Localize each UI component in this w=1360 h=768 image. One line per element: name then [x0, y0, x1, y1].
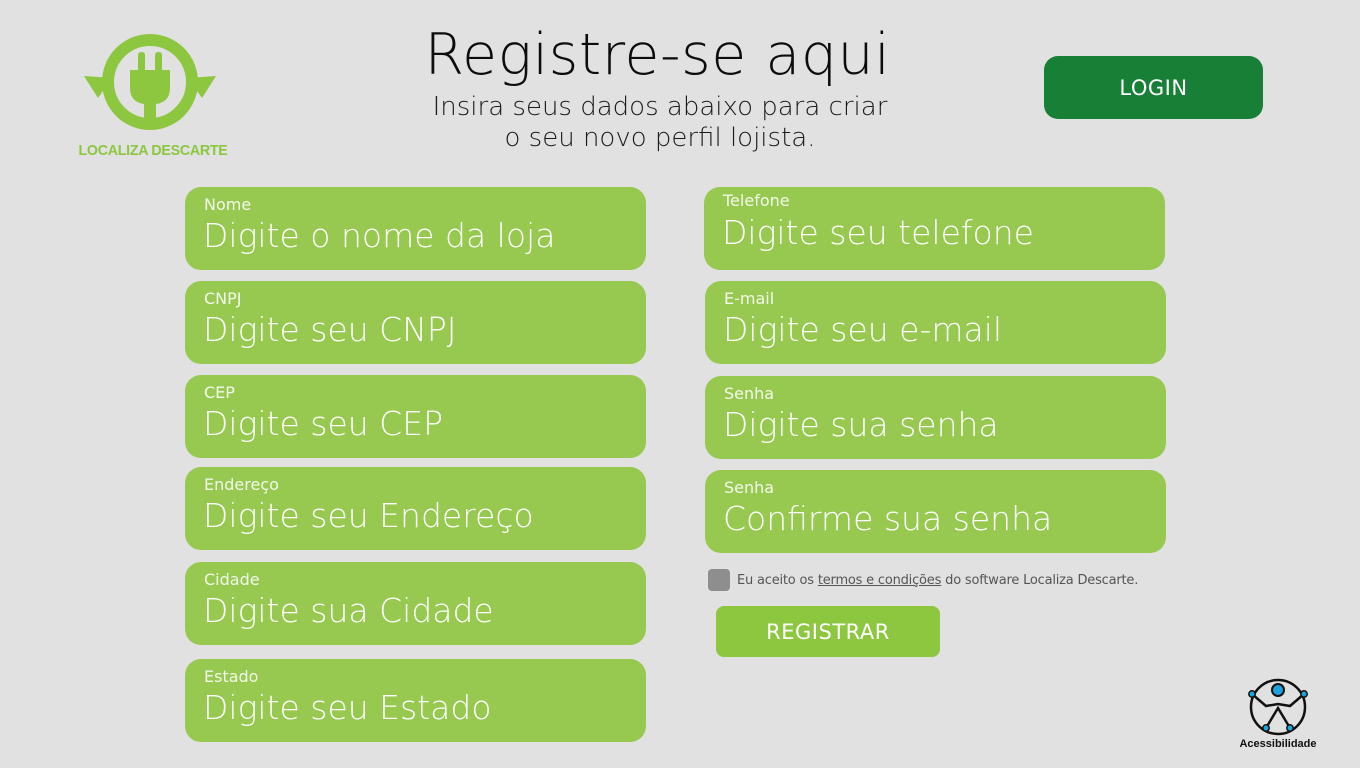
field-placeholder: Digite sua senha: [723, 405, 999, 444]
field-label: E-mail: [724, 289, 775, 308]
field-label: Cidade: [204, 570, 260, 589]
field-label: Nome: [204, 195, 252, 214]
brand-logo: LOCALIZA DESCARTE: [70, 26, 240, 166]
field-label: Senha: [724, 478, 775, 497]
field-placeholder: Digite seu CEP: [203, 404, 443, 443]
city-field[interactable]: Cidade Digite sua Cidade: [185, 562, 646, 645]
field-label: Telefone: [723, 191, 790, 210]
cnpj-field[interactable]: CNPJ Digite seu CNPJ: [185, 281, 646, 364]
login-button[interactable]: LOGIN: [1044, 56, 1263, 119]
address-field[interactable]: Endereço Digite seu Endereço: [185, 467, 646, 550]
subtitle-line-1: Insira seus dados abaixo para criar: [432, 92, 888, 122]
state-field[interactable]: Estado Digite seu Estado: [185, 659, 646, 742]
cep-field[interactable]: CEP Digite seu CEP: [185, 375, 646, 458]
field-placeholder: Digite sua Cidade: [203, 591, 494, 630]
field-label: CEP: [204, 383, 235, 402]
terms-link[interactable]: termos e condições: [818, 573, 942, 588]
register-button[interactable]: REGISTRAR: [716, 606, 940, 657]
accessibility-label: Acessibilidade: [1239, 738, 1317, 750]
subtitle-line-2: o seu novo perfil lojista.: [504, 123, 816, 153]
confirm-password-field[interactable]: Senha Confirme sua senha: [705, 470, 1166, 553]
field-placeholder: Confirme sua senha: [723, 499, 1053, 538]
field-label: Endereço: [204, 475, 279, 494]
accessibility-icon: [1248, 678, 1308, 736]
field-placeholder: Digite seu CNPJ: [203, 310, 457, 349]
accessibility-button[interactable]: Acessibilidade: [1230, 672, 1326, 756]
store-name-field[interactable]: Nome Digite o nome da loja: [185, 187, 646, 270]
password-field[interactable]: Senha Digite sua senha: [705, 376, 1166, 459]
phone-field[interactable]: Telefone Digite seu telefone: [704, 187, 1165, 270]
field-label: CNPJ: [204, 289, 242, 308]
field-placeholder: Digite seu telefone: [722, 213, 1034, 252]
terms-suffix: do software Localiza Descarte.: [945, 572, 1139, 588]
field-label: Estado: [204, 667, 259, 686]
field-placeholder: Digite seu Endereço: [203, 496, 534, 535]
field-placeholder: Digite seu Estado: [203, 688, 492, 727]
email-field[interactable]: E-mail Digite seu e-mail: [705, 281, 1166, 364]
page-subtitle: Insira seus dados abaixo para criar o se…: [380, 92, 940, 154]
recycle-plug-icon: [84, 34, 216, 130]
field-placeholder: Digite seu e-mail: [723, 310, 1003, 349]
brand-name: LOCALIZA DESCARTE: [78, 142, 228, 159]
terms-prefix: Eu aceito os: [737, 572, 814, 588]
page-title: Registre-se aqui: [424, 22, 891, 88]
field-placeholder: Digite o nome da loja: [203, 216, 556, 255]
terms-row: Eu aceito os termos e condições do softw…: [708, 569, 1138, 591]
field-label: Senha: [724, 384, 775, 403]
terms-checkbox[interactable]: [708, 569, 730, 591]
